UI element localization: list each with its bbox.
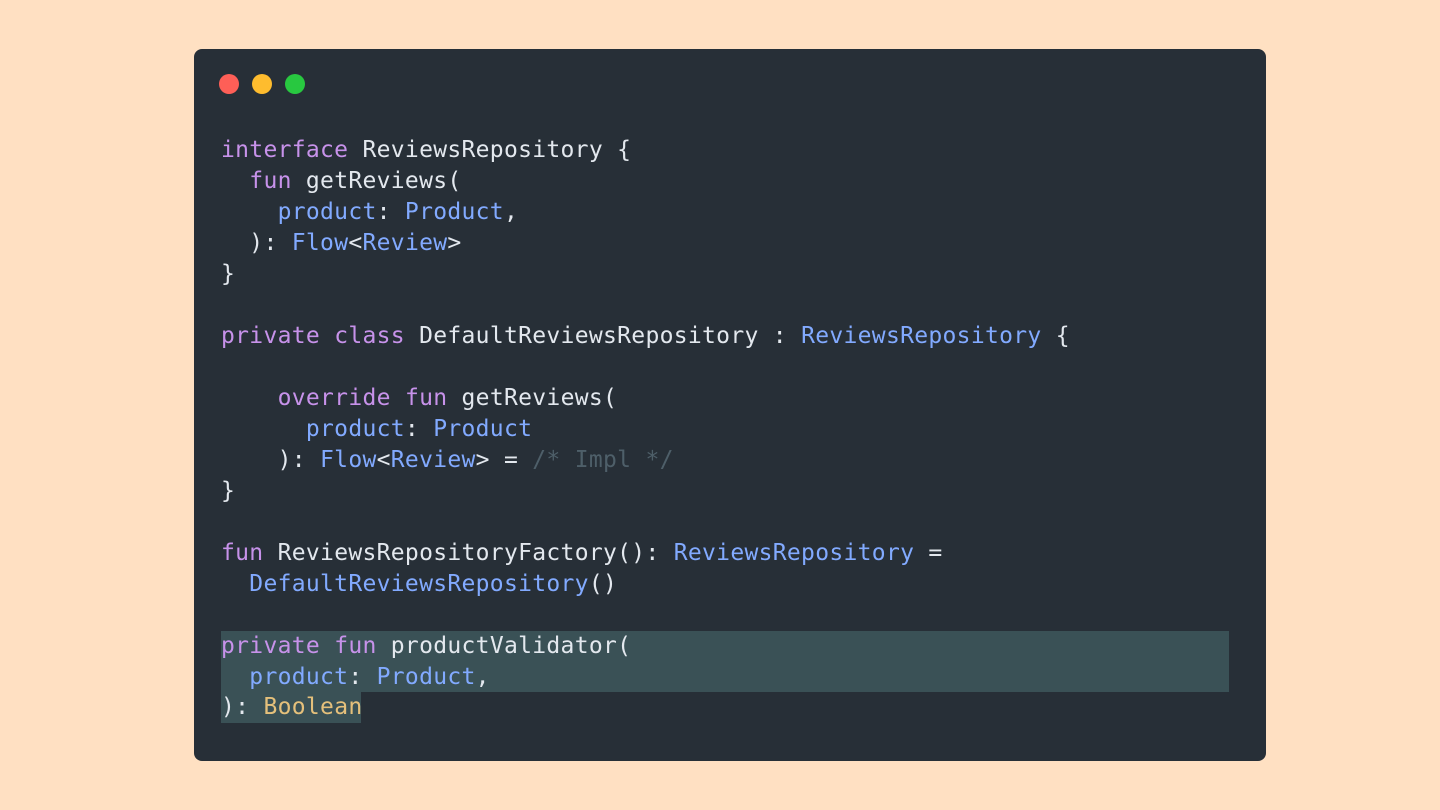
code-line: ): Flow<Review> = /* Impl */ bbox=[221, 445, 674, 476]
code-token-type: Flow bbox=[320, 447, 377, 473]
code-token-kw: override bbox=[277, 385, 391, 411]
code-token-kw: fun bbox=[221, 540, 264, 566]
code-block[interactable]: interface ReviewsRepository { fun getRev… bbox=[221, 49, 1241, 761]
code-token-type: Product bbox=[404, 199, 504, 225]
code-token-type: product bbox=[277, 199, 377, 225]
code-line: product: Product, bbox=[221, 197, 518, 228]
code-token-type: ReviewsRepository bbox=[673, 540, 915, 566]
code-token-plain: getReviews( bbox=[291, 168, 462, 194]
code-line: private class DefaultReviewsRepository :… bbox=[221, 321, 1070, 352]
code-token-plain: } bbox=[221, 261, 236, 287]
code-token-plain: , bbox=[475, 664, 490, 690]
code-token-plain: : bbox=[348, 664, 377, 690]
code-token-type: Product bbox=[433, 416, 533, 442]
code-token-type: ReviewsRepository bbox=[801, 323, 1042, 349]
code-line: fun getReviews( bbox=[221, 166, 462, 197]
code-token-plain: > bbox=[447, 230, 462, 256]
code-token-plain: < bbox=[348, 230, 363, 256]
code-token-plain: > = bbox=[475, 447, 533, 473]
code-token-kw: fun bbox=[249, 168, 292, 194]
code-token-kw: interface bbox=[221, 137, 349, 163]
code-token-plain: } bbox=[221, 478, 236, 504]
code-token-plain: ): bbox=[221, 230, 292, 256]
code-token-builtin: Boolean bbox=[263, 694, 363, 720]
code-token-type: product bbox=[305, 416, 405, 442]
code-line: interface ReviewsRepository { bbox=[221, 135, 631, 166]
code-token-plain: ReviewsRepositoryFactory(): bbox=[263, 540, 674, 566]
code-token-kw: fun bbox=[404, 385, 448, 411]
code-line: ): Boolean bbox=[221, 692, 362, 723]
code-token-kw: fun bbox=[334, 633, 377, 659]
code-token-plain: ReviewsRepository { bbox=[348, 137, 632, 163]
code-line: private fun productValidator( bbox=[221, 631, 631, 662]
code-token-plain: DefaultReviewsRepository : bbox=[404, 323, 802, 349]
code-line: override fun getReviews( bbox=[221, 383, 617, 414]
code-line: ): Flow<Review> bbox=[221, 228, 462, 259]
code-token-plain: : bbox=[376, 199, 405, 225]
code-token-plain: { bbox=[1041, 323, 1070, 349]
code-token-plain: : bbox=[404, 416, 434, 442]
code-token-plain: ): bbox=[221, 694, 264, 720]
code-line: product: Product bbox=[221, 414, 532, 445]
code-line: } bbox=[221, 259, 235, 290]
code-token-plain: productValidator( bbox=[376, 633, 632, 659]
code-line: fun ReviewsRepositoryFactory(): ReviewsR… bbox=[221, 538, 943, 569]
code-token-plain: = bbox=[914, 540, 943, 566]
code-token-type: DefaultReviewsRepository bbox=[249, 571, 589, 597]
code-token-plain: < bbox=[376, 447, 391, 473]
code-token-plain: , bbox=[503, 199, 519, 225]
code-line: } bbox=[221, 476, 235, 507]
code-token-type: Flow bbox=[291, 230, 349, 256]
code-token-plain: ): bbox=[221, 447, 321, 473]
code-token-type: Product bbox=[376, 664, 476, 690]
code-token-kw: private bbox=[221, 323, 321, 349]
code-window: interface ReviewsRepository { fun getRev… bbox=[194, 49, 1266, 761]
code-token-type: product bbox=[249, 664, 349, 690]
code-token-type: Review bbox=[362, 230, 448, 256]
code-token-type: Review bbox=[390, 447, 476, 473]
code-token-comment: /* Impl */ bbox=[532, 447, 674, 473]
code-token-kw: class bbox=[334, 323, 405, 349]
code-line: product: Product, bbox=[221, 662, 490, 693]
code-line: DefaultReviewsRepository() bbox=[221, 569, 617, 600]
code-token-kw: private bbox=[221, 633, 321, 659]
code-token-plain: getReviews( bbox=[447, 385, 618, 411]
code-token-plain: () bbox=[588, 571, 618, 597]
